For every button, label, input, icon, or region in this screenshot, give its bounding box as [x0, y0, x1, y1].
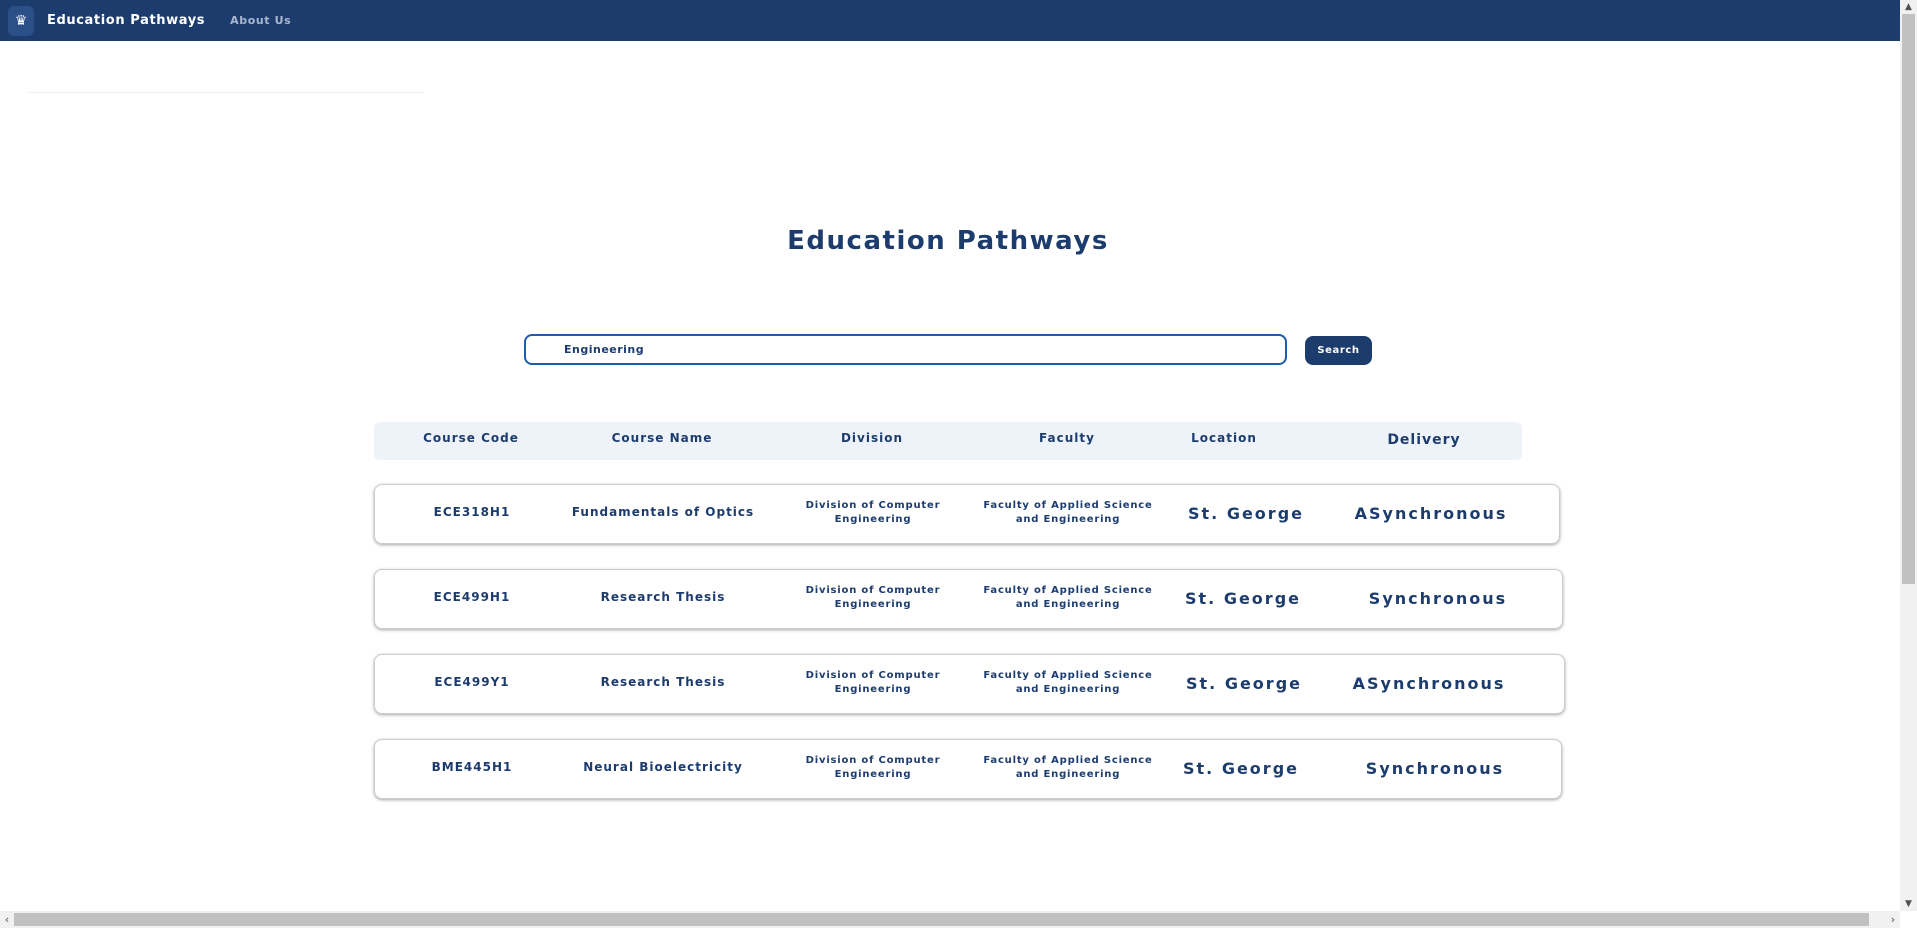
course-name: Research Thesis [600, 590, 726, 604]
course-location: St. George [1183, 759, 1299, 778]
top-navbar: ♛ Education Pathways About Us [0, 0, 1900, 41]
scroll-down-arrow-icon[interactable]: ▼ [1900, 897, 1917, 911]
course-division: Division of Computer Engineering [805, 585, 941, 610]
course-faculty: Faculty of Applied Science and Engineeri… [983, 755, 1153, 780]
course-division: Division of Computer Engineering [805, 670, 941, 695]
course-code: BME445H1 [431, 760, 513, 774]
course-delivery: Synchronous [1365, 759, 1505, 778]
university-crest-icon[interactable]: ♛ [8, 5, 34, 36]
course-name: Research Thesis [600, 675, 726, 689]
course-code: ECE318H1 [433, 505, 511, 519]
course-delivery: Synchronous [1368, 589, 1508, 608]
search-input[interactable] [524, 334, 1287, 365]
course-location: St. George [1186, 674, 1302, 693]
search-button[interactable]: Search [1305, 336, 1372, 365]
table-row[interactable]: ECE499Y1 Research Thesis Division of Com… [374, 654, 1565, 714]
course-delivery: ASynchronous [1352, 674, 1506, 693]
course-division: Division of Computer Engineering [805, 500, 941, 525]
divider [28, 92, 424, 93]
course-name: Fundamentals of Optics [571, 505, 755, 519]
navbar-brand[interactable]: Education Pathways [47, 13, 205, 28]
course-location: St. George [1185, 589, 1301, 608]
scroll-up-arrow-icon[interactable]: ▲ [1900, 0, 1917, 14]
course-division: Division of Computer Engineering [805, 755, 941, 780]
column-header-location: Location [1191, 431, 1257, 445]
scroll-left-arrow-icon[interactable]: ‹ [0, 911, 14, 928]
course-location: St. George [1188, 504, 1304, 523]
column-header-faculty: Faculty [1039, 431, 1095, 445]
course-name: Neural Bioelectricity [583, 760, 743, 774]
horizontal-scrollbar-thumb[interactable] [14, 913, 1869, 926]
column-header-delivery: Delivery [1387, 432, 1461, 448]
course-faculty: Faculty of Applied Science and Engineeri… [983, 585, 1153, 610]
table-row[interactable]: ECE499H1 Research Thesis Division of Com… [374, 569, 1563, 629]
table-row[interactable]: BME445H1 Neural Bioelectricity Division … [374, 739, 1562, 799]
column-header-division: Division [840, 431, 904, 445]
course-faculty: Faculty of Applied Science and Engineeri… [983, 670, 1153, 695]
column-header-course-code: Course Code [423, 431, 519, 445]
table-row[interactable]: ECE318H1 Fundamentals of Optics Division… [374, 484, 1560, 544]
course-faculty: Faculty of Applied Science and Engineeri… [983, 500, 1153, 525]
course-code: ECE499H1 [433, 590, 511, 604]
column-header-course-name: Course Name [611, 431, 713, 445]
table-header: Course Code Course Name Division Faculty… [374, 422, 1522, 460]
nav-link-about[interactable]: About Us [230, 14, 291, 27]
scroll-right-arrow-icon[interactable]: › [1886, 911, 1900, 928]
course-code: ECE499Y1 [434, 675, 510, 689]
course-delivery: ASynchronous [1354, 504, 1508, 523]
vertical-scrollbar-thumb[interactable] [1902, 14, 1915, 584]
page-title: Education Pathways [787, 226, 1109, 256]
